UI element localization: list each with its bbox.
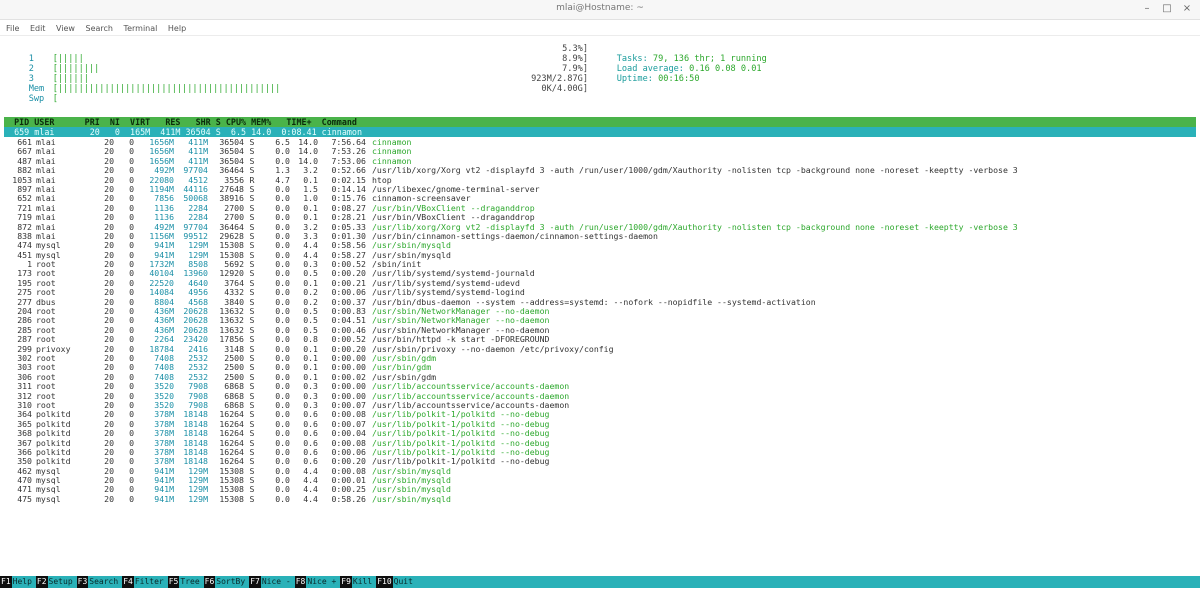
function-key-label[interactable]: Nice - [261,576,295,588]
process-virt: 941M [154,493,174,504]
window-title: mlai@Hostname: ~ [556,3,644,13]
function-key-label[interactable]: Tree [179,576,203,588]
selected-process-row[interactable]: 659 mlai 20 0 165M 411M 36504 S 6.5 14.0… [4,127,1196,137]
function-key-f1[interactable]: F1 [0,576,12,588]
tasks-info: Tasks: 79, 136 thr; 1 running [596,44,1016,64]
process-row[interactable]: 475 mysql 20 0 941M 129M 15308 S 0.0 4.4 0:58.26/u… [4,493,1196,504]
process-time: 0:58.26 [331,493,366,504]
function-key-f10[interactable]: F10 [376,576,393,588]
memory-meter: Mem [||||||||||||||||||||||||||||||||||||… [8,74,588,94]
process-pri: 20 [104,493,114,504]
process-command: /usr/sbin/mysqld [372,493,451,504]
swap-meter: Swp [0K/4.00G] [8,84,588,104]
process-row[interactable]: 661 mlai 20 0 1656M 411M 36504 S 6.5 14.0 7:56.64 c… [4,137,1196,147]
minimize-button[interactable]: – [1140,2,1154,16]
meter-value: 0K/4.00G] [541,84,588,94]
cpu3-meter: 3 [|||||| 7.9%] [8,64,588,84]
uptime-info: Uptime: 00:16:50 [596,64,1016,84]
process-cpu: 0.0 [275,493,290,504]
close-button[interactable]: × [1180,2,1194,16]
meter-value: 8.9%] [562,54,588,64]
function-key-f7[interactable]: F7 [249,576,261,588]
meter-value: 5.3%] [562,44,588,54]
function-key-f4[interactable]: F4 [122,576,134,588]
process-row[interactable]: 451 mysql 20 0 941M 129M 15308 S 0.0 4.4 0:58.27/u… [4,250,1196,260]
function-key-label[interactable]: Nice + [306,576,340,588]
maximize-button[interactable]: □ [1160,2,1174,16]
meter-bar: [ [52,94,58,104]
process-s: S [249,493,255,504]
cpu1-meter: 1 [||||| 5.3%] [8,44,588,64]
process-mem: 4.4 [303,493,318,504]
menu-help[interactable]: Help [168,21,186,36]
process-res: 129M [188,493,208,504]
process-shr: 15308 [219,493,244,504]
process-ni: 0 [129,493,134,504]
window-titlebar: mlai@Hostname: ~ – □ × [0,0,1200,20]
function-key-f5[interactable]: F5 [167,576,180,588]
function-key-label[interactable]: Filter [134,576,168,588]
process-row[interactable]: 311 root 20 0 3520 7908 6868 S 0.0 0.3 0:00.00/usr… [4,381,1196,391]
function-key-f6[interactable]: F6 [203,576,216,588]
uptime-label: Uptime: [616,74,659,84]
function-key-label[interactable]: Setup [48,576,77,588]
process-row[interactable]: 471 mysql 20 0 941M 129M 15308 S 0.0 4.4 0:00.25/u… [4,485,1196,495]
process-row[interactable]: 838 mlai 20 0 1156M 99512 29628 S 0.0 3.3 0:01.30/… [4,231,1196,241]
function-key-f9[interactable]: F9 [340,576,352,588]
process-row[interactable]: 350 polkitd 20 0 378M 18148 16264 S 0.0 0.6 0:00.2… [4,456,1196,466]
process-user: mysql [36,493,61,504]
menu-terminal[interactable]: Terminal [124,21,158,36]
menu-view[interactable]: View [56,21,75,36]
function-key-bar: F1 Help F2 Setup F3 Search F4 Filter F5 Tree F6 Sor… [0,576,1200,588]
function-key-label[interactable]: Kill [352,576,376,588]
process-row[interactable]: 652 mlai 20 0 7856 50068 38916 S 0.0 1.0 0:15.76 ci… [4,193,1196,203]
process-row[interactable]: 173 root 20 0 40104 13960 12920 S 0.0 0.5 0:00.20/… [4,269,1196,279]
meter-value: 7.9%] [562,64,588,74]
function-key-f3[interactable]: F3 [76,576,89,588]
process-command: /usr/lib/xorg/Xorg vt2 -displayfd 3 -aut… [372,165,1018,176]
cpu2-meter: 2 [|||||||| 8.9%] [8,54,588,74]
menu-edit[interactable]: Edit [30,21,46,36]
process-row[interactable]: 882 mlai 20 0 492M 97704 36464 S 1.3 3.2 0:52.66/u… [4,165,1196,176]
process-row[interactable]: 312 root 20 0 3520 7908 6868 S 0.0 0.3 0:00.00/usr… [4,391,1196,401]
process-row[interactable]: 299 privoxy 20 0 18784 2416 3148 S 0.0 0.1 0:00.20… [4,344,1196,354]
function-key-label[interactable]: Help [12,576,36,588]
uptime-value: 00:16:50 [658,74,700,84]
process-row[interactable]: 474 mysql 20 0 941M 129M 15308 S 0.0 4.4 0:58.56/u… [4,240,1196,250]
process-table-header[interactable]: PID USER PRI NI VIRT RES SHR S CPU% MEM%… [4,117,1196,127]
menubar: File Edit View Search Terminal Help [0,21,1200,36]
process-row[interactable]: 195 root 20 0 22520 4640 3764 S 0.0 0.1 0:00.21/us… [4,278,1196,288]
menu-search[interactable]: Search [86,21,113,36]
process-row[interactable]: 303 root 20 0 7408 2532 2500 S 0.0 0.1 0:00.00/usr… [4,362,1196,372]
menu-file[interactable]: File [6,21,19,36]
function-key-label[interactable]: Quit [393,576,417,588]
process-row[interactable]: 667 mlai 20 0 1656M 411M 36504 S 0.0 14.0 7:53.26 c… [4,146,1196,156]
process-row[interactable]: 306 root 20 0 7408 2532 2500 S 0.0 0.1 0:00.02/usr… [4,372,1196,382]
function-key-label[interactable]: SortBy [215,576,249,588]
process-row[interactable]: 302 root 20 0 7408 2532 2500 S 0.0 0.1 0:00.00/usr… [4,353,1196,363]
meter-value: 923M/2.87G] [531,74,588,84]
process-list: 661 mlai 20 0 1656M 411M 36504 S 6.5 14.0 7:56.64 c… [4,137,1196,504]
process-row[interactable]: 721 mlai 20 0 1136 2284 2700 S 0.0 0.1 0:08.27/usr… [4,203,1196,213]
meter-label: Swp [28,94,45,104]
process-pid: 475 [17,493,32,504]
function-key-label[interactable]: Search [88,576,122,588]
load-info: Load average: 0.16 0.08 0.01 [596,54,1016,74]
process-row[interactable]: 462 mysql 20 0 941M 129M 15308 S 0.0 4.4 0:00.08/u… [4,466,1196,476]
process-row[interactable]: 470 mysql 20 0 941M 129M 15308 S 0.0 4.4 0:00.01/u… [4,475,1196,485]
function-key-f8[interactable]: F8 [294,576,307,588]
function-key-f2[interactable]: F2 [35,576,48,588]
